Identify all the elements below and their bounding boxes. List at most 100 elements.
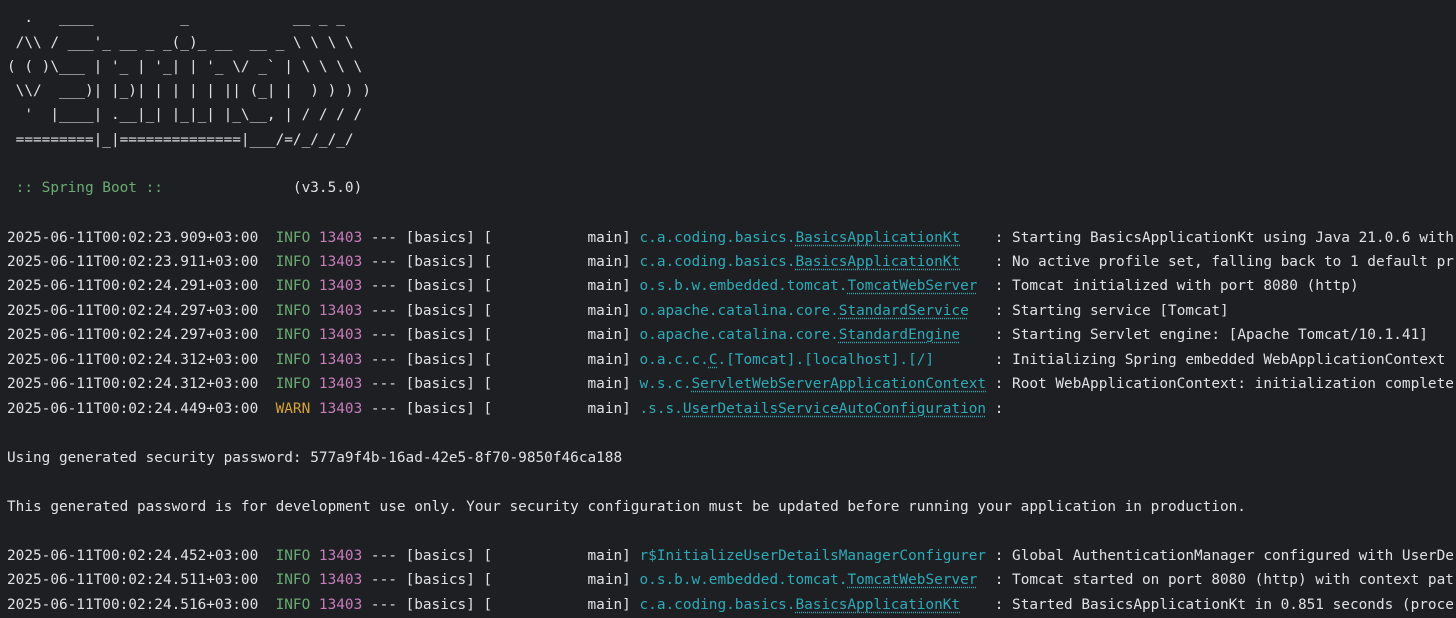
logger-class-link[interactable]: StandardEngine	[839, 327, 960, 343]
console-output[interactable]: . ____ _ __ _ _ /\\ / ___'_ __ _ _(_)_ _…	[0, 0, 1456, 618]
log-message: : Initializing Spring embedded WebApplic…	[994, 352, 1446, 368]
logger-pad	[986, 401, 995, 417]
log-pid: 13403	[318, 548, 363, 564]
log-level: INFO	[266, 254, 311, 270]
log-logger-link[interactable]: c.a.coding.basics.BasicsApplicationKt	[640, 250, 961, 274]
logger-class-link[interactable]: StandardService	[839, 303, 969, 319]
password-line[interactable]: Using generated security password: 577a9…	[7, 446, 622, 470]
logger-pad	[977, 572, 994, 588]
log-space	[310, 597, 319, 613]
logger-package: o.s.b.w.embedded.tomcat.	[639, 278, 848, 294]
log-logger-link[interactable]: o.a.c.c.C.[Tomcat].[localhost].[/]	[640, 348, 935, 372]
log-timestamp: 2025-06-11T00:02:24.297+03:00	[7, 327, 267, 343]
log-thread: --- [basics] [ main]	[362, 230, 640, 246]
log-logger-link[interactable]: o.s.b.w.embedded.tomcat.TomcatWebServer	[640, 274, 978, 298]
log-pid: 13403	[318, 376, 363, 392]
log-logger-link[interactable]: c.a.coding.basics.BasicsApplicationKt	[640, 593, 961, 617]
logger-package: c.a.coding.basics.	[639, 597, 796, 613]
log-pid: 13403	[318, 572, 363, 588]
log-pid: 13403	[318, 352, 363, 368]
logger-pad	[960, 254, 995, 270]
spring-boot-version: (v3.5.0)	[292, 180, 363, 196]
logger-package: r$InitializeUserDetailsManagerConfigurer	[639, 548, 987, 564]
logger-package: c.a.coding.basics.	[639, 254, 796, 270]
banner-line: ( ( )\___ | '_ | '_| | '_ \/ _` | \ \ \ …	[7, 59, 363, 75]
log-pid: 13403	[318, 597, 363, 613]
log-logger-link[interactable]: o.s.b.w.embedded.tomcat.TomcatWebServer	[640, 568, 978, 592]
logger-pad	[960, 597, 995, 613]
logger-class-link[interactable]: BasicsApplicationKt	[795, 230, 960, 246]
logger-class-link[interactable]: ServletWebServerApplicationContext	[691, 376, 986, 392]
logger-package: o.apache.catalina.core.	[639, 327, 839, 343]
log-logger-link[interactable]: r$InitializeUserDetailsManagerConfigurer	[640, 544, 987, 568]
log-thread: --- [basics] [ main]	[362, 254, 640, 270]
log-line: 2025-06-11T00:02:24.291+03:00 INFO 13403…	[7, 274, 1359, 298]
log-level: INFO	[266, 230, 311, 246]
log-space	[310, 401, 319, 417]
log-space	[310, 230, 319, 246]
dev-notice-line: This generated password is for developme…	[7, 499, 1246, 515]
log-level: INFO	[266, 278, 311, 294]
log-timestamp: 2025-06-11T00:02:24.516+03:00	[7, 597, 267, 613]
log-space	[310, 548, 319, 564]
logger-pad	[960, 230, 995, 246]
banner-line: /\\ / ___'_ __ _ _(_)_ __ __ _ \ \ \ \	[7, 35, 354, 51]
logger-class-link[interactable]: UserDetailsServiceAutoConfiguration	[683, 401, 986, 417]
log-timestamp: 2025-06-11T00:02:24.449+03:00	[7, 401, 267, 417]
logger-pad	[986, 548, 995, 564]
banner-line: =========|_|==============|___/=/_/_/_/	[7, 132, 354, 148]
log-message: : Tomcat initialized with port 8080 (htt…	[994, 278, 1359, 294]
log-pid: 13403	[318, 401, 363, 417]
log-thread: --- [basics] [ main]	[362, 376, 640, 392]
logger-class-link[interactable]: TomcatWebServer	[847, 572, 977, 588]
log-pid: 13403	[318, 254, 363, 270]
logger-pad	[934, 352, 995, 368]
logger-pad	[960, 327, 995, 343]
spring-boot-label: :: Spring Boot ::	[7, 180, 163, 196]
log-space	[310, 303, 319, 319]
logger-package: c.a.coding.basics.	[639, 230, 796, 246]
log-message: : Starting Servlet engine: [Apache Tomca…	[994, 327, 1428, 343]
log-timestamp: 2025-06-11T00:02:23.909+03:00	[7, 230, 267, 246]
banner-line: ' |____| .__|_| |_|_| |_\__, | / / / /	[7, 107, 363, 123]
log-logger-link[interactable]: w.s.c.ServletWebServerApplicationContext	[640, 372, 987, 396]
log-logger-link[interactable]: .s.s.UserDetailsServiceAutoConfiguration	[640, 397, 987, 421]
logger-pad	[986, 376, 995, 392]
log-timestamp: 2025-06-11T00:02:23.911+03:00	[7, 254, 267, 270]
log-thread: --- [basics] [ main]	[362, 278, 640, 294]
log-timestamp: 2025-06-11T00:02:24.452+03:00	[7, 548, 267, 564]
log-logger-link[interactable]: o.apache.catalina.core.StandardEngine	[640, 323, 961, 347]
log-line: 2025-06-11T00:02:24.516+03:00 INFO 13403…	[7, 593, 1454, 617]
log-space	[310, 254, 319, 270]
log-thread: --- [basics] [ main]	[362, 352, 640, 368]
log-thread: --- [basics] [ main]	[362, 572, 640, 588]
log-message: : Root WebApplicationContext: initializa…	[994, 376, 1454, 392]
log-message: : Starting service [Tomcat]	[994, 303, 1229, 319]
log-level: INFO	[266, 376, 311, 392]
log-line: 2025-06-11T00:02:24.511+03:00 INFO 13403…	[7, 568, 1454, 592]
log-timestamp: 2025-06-11T00:02:24.297+03:00	[7, 303, 267, 319]
banner-line: \\/ ___)| |_)| | | | | || (_| | ) ) ) )	[7, 83, 371, 99]
log-logger-link[interactable]: o.apache.catalina.core.StandardService	[640, 299, 969, 323]
log-thread: --- [basics] [ main]	[362, 548, 640, 564]
log-level: WARN	[266, 401, 311, 417]
logger-package: o.apache.catalina.core.	[639, 303, 839, 319]
log-timestamp: 2025-06-11T00:02:24.511+03:00	[7, 572, 267, 588]
banner-line: . ____ _ __ _ _	[7, 10, 345, 26]
logger-class-link[interactable]: TomcatWebServer	[847, 278, 977, 294]
logger-class-link[interactable]: BasicsApplicationKt	[795, 254, 960, 270]
log-line: 2025-06-11T00:02:24.297+03:00 INFO 13403…	[7, 323, 1428, 347]
log-thread: --- [basics] [ main]	[362, 327, 640, 343]
log-line: 2025-06-11T00:02:24.297+03:00 INFO 13403…	[7, 299, 1229, 323]
logger-pad	[969, 303, 995, 319]
log-pid: 13403	[318, 327, 363, 343]
logger-package: .s.s.	[639, 401, 683, 417]
log-message: :	[994, 401, 1004, 417]
log-pid: 13403	[318, 303, 363, 319]
logger-class-link[interactable]: BasicsApplicationKt	[795, 597, 960, 613]
log-message: : Tomcat started on port 8080 (http) wit…	[994, 572, 1454, 588]
log-space	[310, 278, 319, 294]
log-space	[310, 327, 319, 343]
log-logger-link[interactable]: c.a.coding.basics.BasicsApplicationKt	[640, 226, 961, 250]
log-timestamp: 2025-06-11T00:02:24.312+03:00	[7, 352, 267, 368]
